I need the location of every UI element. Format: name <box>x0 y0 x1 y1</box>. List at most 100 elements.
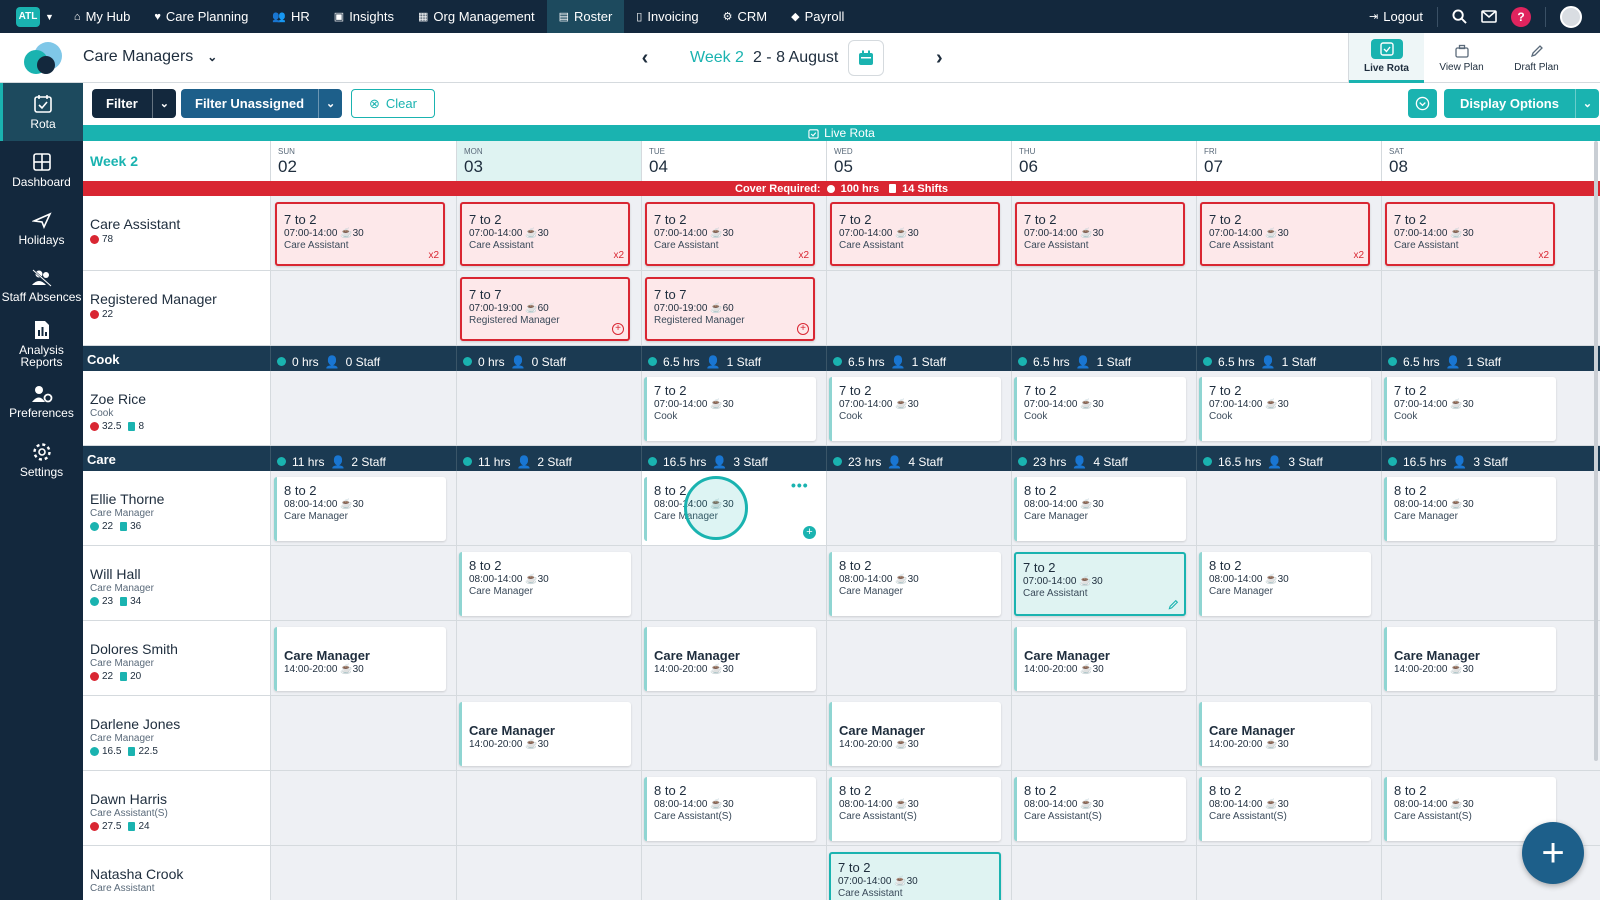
chevron-down-icon[interactable]: ⌄ <box>207 50 217 64</box>
shift-card[interactable]: 7 to 2 07:00-14:00 ☕30 Care Assistant <box>830 202 1000 266</box>
day-cell[interactable] <box>1196 846 1381 900</box>
shift-card[interactable]: 7 to 2 07:00-14:00 ☕30 Cook <box>1384 377 1556 441</box>
row-label[interactable]: Zoe Rice Cook 32.5 8 <box>83 371 270 445</box>
nav-hr[interactable]: 👥 HR <box>260 0 321 33</box>
page-title[interactable]: Care Managers ⌄ <box>83 48 217 66</box>
day-cell[interactable] <box>1011 696 1196 770</box>
next-week-button[interactable]: › <box>924 47 954 70</box>
nav-crm[interactable]: ⚙ CRM <box>711 0 779 33</box>
sidebar-item-settings[interactable]: Settings <box>0 431 83 489</box>
day-cell[interactable] <box>270 271 456 345</box>
shift-card[interactable]: 7 to 2 07:00-14:00 ☕30 Cook <box>1199 377 1371 441</box>
shift-card[interactable]: Care Manager 14:00-20:00 ☕30 <box>459 702 631 766</box>
add-icon[interactable]: + <box>797 323 809 335</box>
day-header-thu[interactable]: THU 06 <box>1011 141 1196 181</box>
nav-insights[interactable]: ▣ Insights <box>322 0 406 33</box>
chevron-down-icon[interactable]: ⌄ <box>151 89 176 118</box>
shift-card[interactable]: 8 to 2 08:00-14:00 ☕30 Care Assistant(S) <box>1199 777 1371 841</box>
shift-card[interactable]: 8 to 2 08:00-14:00 ☕30 Care Manager <box>1014 477 1186 541</box>
shift-card[interactable]: 7 to 2 07:00-14:00 ☕30 Care Assistant x2 <box>275 202 445 266</box>
shift-card[interactable]: 7 to 2 07:00-14:00 ☕30 Care Assistant <box>829 852 1001 900</box>
chevron-down-icon[interactable]: ⌄ <box>318 89 342 118</box>
day-header-tue[interactable]: TUE 04 <box>641 141 826 181</box>
sidebar-item-holidays[interactable]: Holidays <box>0 199 83 257</box>
clear-button[interactable]: ⊗ Clear <box>351 89 435 118</box>
prev-week-button[interactable]: ‹ <box>630 47 660 70</box>
filter-unassigned-button[interactable]: Filter Unassigned ⌄ <box>181 89 343 118</box>
tab-draft-plan[interactable]: Draft Plan <box>1499 33 1574 83</box>
day-cell[interactable] <box>270 771 456 845</box>
shift-card[interactable]: 8 to 2 08:00-14:00 ☕30 Care Manager <box>1199 552 1371 616</box>
sidebar-item-analysis-reports[interactable]: Analysis Reports <box>0 315 83 373</box>
day-header-fri[interactable]: FRI 07 <box>1196 141 1381 181</box>
display-options-button[interactable]: Display Options ⌄ <box>1444 89 1599 118</box>
shift-card[interactable]: 8 to 2 08:00-14:00 ☕30 Care Manager <box>1384 477 1556 541</box>
day-header-mon[interactable]: MON 03 <box>456 141 641 181</box>
shift-card[interactable]: 7 to 7 07:00-19:00 ☕60 Registered Manager + <box>645 277 815 341</box>
shift-card[interactable]: 8 to 2 08:00-14:00 ☕30 Care Manager <box>274 477 446 541</box>
shift-card[interactable]: 8 to 2 08:00-14:00 ☕30 Care Assistant(S) <box>1014 777 1186 841</box>
day-header-sat[interactable]: SAT 08 <box>1381 141 1600 181</box>
shift-card[interactable]: 7 to 2 07:00-14:00 ☕30 Care Assistant x2 <box>1200 202 1370 266</box>
day-cell[interactable] <box>456 846 641 900</box>
row-label[interactable]: Dolores Smith Care Manager 22 20 <box>83 621 270 695</box>
shift-card[interactable]: 7 to 7 07:00-19:00 ☕60 Registered Manager + <box>460 277 630 341</box>
chevron-down-icon[interactable]: ⌄ <box>1574 89 1599 118</box>
nav-care-planning[interactable]: ♥ Care Planning <box>142 0 260 33</box>
tab-view-plan[interactable]: View Plan <box>1424 33 1499 83</box>
collapse-button[interactable] <box>1408 89 1437 118</box>
day-header-wed[interactable]: WED 05 <box>826 141 1011 181</box>
day-cell[interactable] <box>1196 621 1381 695</box>
row-label[interactable]: Darlene Jones Care Manager 16.5 22.5 <box>83 696 270 770</box>
day-cell[interactable] <box>1011 846 1196 900</box>
mail-icon[interactable] <box>1481 10 1497 23</box>
search-icon[interactable] <box>1452 9 1467 24</box>
row-label[interactable]: Will Hall Care Manager 23 34 <box>83 546 270 620</box>
vertical-scrollbar[interactable] <box>1594 141 1598 761</box>
nav-org-management[interactable]: ▦ Org Management <box>406 0 547 33</box>
shift-card[interactable]: 8 to 2 08:00-14:00 ☕30 Care Manager <box>829 552 1001 616</box>
logout-button[interactable]: ⇥ Logout <box>1369 0 1423 33</box>
avatar[interactable] <box>1560 5 1582 28</box>
calendar-button[interactable] <box>848 40 885 76</box>
sidebar-item-preferences[interactable]: Preferences <box>0 373 83 431</box>
shift-card[interactable]: 8 to 2 08:00-14:00 ☕30 Care Manager <box>459 552 631 616</box>
shift-card[interactable]: Care Manager 14:00-20:00 ☕30 <box>274 627 446 691</box>
day-cell[interactable] <box>456 621 641 695</box>
shift-card[interactable]: Care Manager 14:00-20:00 ☕30 <box>644 627 816 691</box>
org-badge[interactable]: ATL <box>16 6 40 27</box>
day-cell[interactable] <box>1381 271 1600 345</box>
nav-roster[interactable]: ▤ Roster <box>546 0 625 33</box>
day-cell[interactable] <box>1011 271 1196 345</box>
shift-card[interactable]: 7 to 2 07:00-14:00 ☕30 Care Assistant x2 <box>1385 202 1555 266</box>
nav-payroll[interactable]: ◆ Payroll <box>779 0 856 33</box>
day-cell[interactable] <box>270 371 456 445</box>
shift-card[interactable]: 7 to 2 07:00-14:00 ☕30 Cook <box>1014 377 1186 441</box>
sidebar-item-staff-absences[interactable]: Staff Absences <box>0 257 83 315</box>
add-icon[interactable]: + <box>803 526 816 539</box>
nav-invoicing[interactable]: ▯ Invoicing <box>624 0 710 33</box>
day-cell[interactable] <box>1196 271 1381 345</box>
day-cell[interactable] <box>1381 696 1600 770</box>
shift-card[interactable]: Care Manager 14:00-20:00 ☕30 <box>1384 627 1556 691</box>
day-cell[interactable] <box>641 846 826 900</box>
shift-card[interactable]: 7 to 2 07:00-14:00 ☕30 Cook <box>829 377 1001 441</box>
row-label[interactable]: Natasha Crook Care Assistant <box>83 846 270 900</box>
help-icon[interactable]: ? <box>1511 6 1531 27</box>
filter-button[interactable]: Filter ⌄ <box>92 89 176 118</box>
shift-card[interactable]: 7 to 2 07:00-14:00 ☕30 Care Assistant x2 <box>460 202 630 266</box>
shift-card[interactable]: 7 to 2 07:00-14:00 ☕30 Care Assistant x2 <box>645 202 815 266</box>
pencil-icon[interactable] <box>1168 599 1179 610</box>
day-cell[interactable] <box>456 371 641 445</box>
add-shift-button[interactable]: + <box>1522 822 1584 884</box>
day-cell[interactable] <box>826 271 1011 345</box>
day-cell[interactable] <box>1381 546 1600 620</box>
day-cell[interactable] <box>456 471 641 545</box>
shift-card[interactable]: 8 to 2 08:00-14:00 ☕30 Care Assistant(S) <box>644 777 816 841</box>
shift-card[interactable]: Care Manager 14:00-20:00 ☕30 <box>829 702 1001 766</box>
shift-card[interactable]: Care Manager 14:00-20:00 ☕30 <box>1199 702 1371 766</box>
day-cell[interactable] <box>270 696 456 770</box>
shift-card[interactable]: 7 to 2 07:00-14:00 ☕30 Care Assistant <box>1014 552 1186 616</box>
tab-live-rota[interactable]: Live Rota <box>1349 33 1424 83</box>
sidebar-item-rota[interactable]: Rota <box>0 83 83 141</box>
